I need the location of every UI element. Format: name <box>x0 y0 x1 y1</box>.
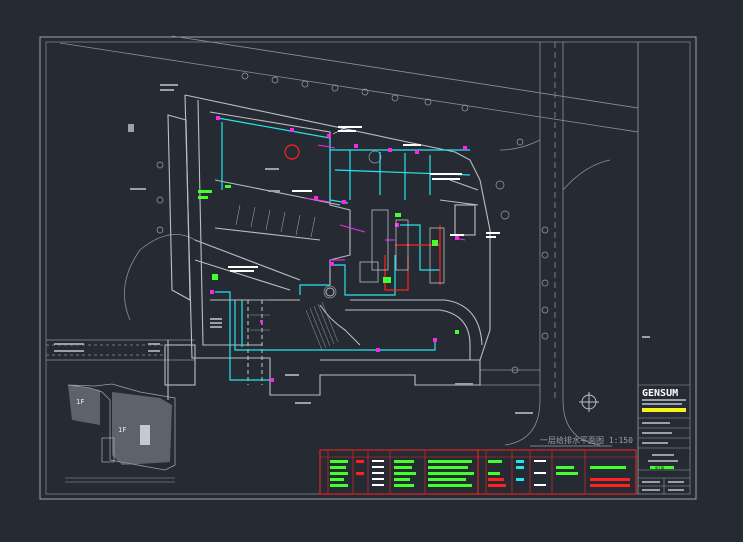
fire-piping <box>284 144 441 291</box>
ramp-hatch <box>305 301 339 351</box>
plan-title-text: 一层给排水平面图 1:150 <box>540 435 633 445</box>
key-plan-inset: 1F 1F <box>65 383 176 483</box>
drawing-canvas[interactable]: 一层给排水平面图 1:150 1F 1F GENSUM 施工图 <box>0 0 743 538</box>
site-context <box>46 35 639 446</box>
callout-notes <box>228 126 500 272</box>
firm-logo: GENSUM <box>642 388 678 399</box>
building-outline <box>164 94 491 400</box>
plan-title: 一层给排水平面图 1:150 <box>530 435 633 447</box>
legend-table <box>319 449 637 495</box>
title-block: GENSUM 施工图 <box>638 336 690 494</box>
cold-water-piping <box>215 117 471 381</box>
inset-label-1: 1F <box>76 398 84 406</box>
annotation-stubs <box>54 84 533 414</box>
inset-label-2: 1F <box>118 426 126 434</box>
cad-viewport[interactable]: 一层给排水平面图 1:150 1F 1F GENSUM 施工图 <box>0 0 743 538</box>
stamp-label: 施工图 <box>655 465 664 470</box>
service-core <box>359 209 445 284</box>
